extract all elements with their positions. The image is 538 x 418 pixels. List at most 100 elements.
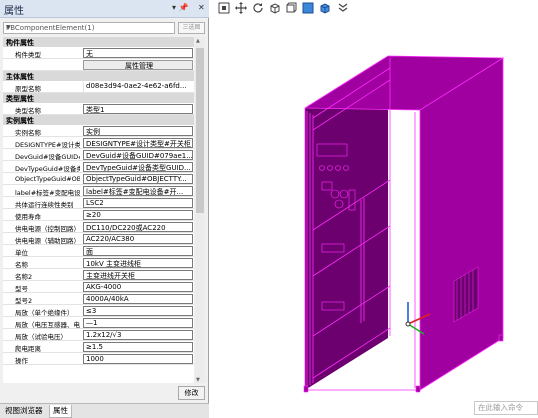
more-icon[interactable]	[337, 2, 349, 14]
property-value[interactable]: DESIGNTYPE#设计类型#开关柜	[83, 138, 193, 148]
command-input-placeholder: 在此输入命令	[478, 403, 523, 412]
property-row: 局放（单个绝缘件） ≤3	[3, 305, 194, 317]
property-name: 型号	[15, 285, 28, 293]
box-icon[interactable]	[269, 2, 281, 14]
property-name: DevGuid#设备GUID#079...	[15, 153, 80, 161]
property-row: 名称 10kV 主变进线柜	[3, 257, 194, 269]
solid-view-icon[interactable]	[319, 2, 331, 14]
property-row: ObjectTypeGuid#OBJECTTYPEObjectTypeGuid#…	[3, 173, 194, 185]
property-value[interactable]: DevTypeGuid#设备类型GUID...	[83, 162, 193, 172]
property-value[interactable]: ≤3	[83, 306, 193, 316]
property-value[interactable]: ObjectTypeGuid#OBJECTTY...	[83, 174, 193, 184]
property-grid: 构件属性 − 构件类型无属性管理 主体属性 − 原型名称 d08e3d94-0ae2-4e6…	[3, 37, 194, 383]
property-row: 型号 AKG-4000	[3, 281, 194, 293]
property-row: 使用寿命 ≥20	[3, 209, 194, 221]
property-name: 名称2	[15, 273, 33, 281]
property-value[interactable]: ≥20	[83, 210, 193, 220]
property-value[interactable]: DC110/DC220或AC220	[83, 222, 193, 232]
property-name: 构件类型	[15, 51, 41, 59]
scroll-up-icon[interactable]: ▲	[196, 38, 200, 44]
property-value: d08e3d94-0ae2-4e62-a6fd...	[83, 82, 193, 92]
switchgear-cabinet[interactable]	[303, 55, 505, 393]
property-value[interactable]: 面	[83, 246, 193, 256]
panel-title: 属性	[4, 6, 24, 17]
rotate-icon[interactable]	[252, 2, 264, 14]
collapse-icon[interactable]: −	[6, 114, 190, 122]
property-row: 局放（试验电压） 1.2x12/√3	[3, 329, 194, 341]
property-name: 局放（单个绝缘件）	[15, 309, 74, 317]
tab-view-browser[interactable]: 视图浏览器	[2, 405, 46, 417]
property-name: 供电电源（控制回路）	[15, 225, 80, 233]
property-row: 供电电源（辅助回路） AC220/AC380	[3, 233, 194, 245]
scrollbar-thumb[interactable]	[196, 48, 204, 213]
property-row: 操作 1000	[3, 353, 194, 365]
category-header[interactable]: 构件属性 −	[3, 37, 194, 47]
property-name: 供电电源（辅助回路）	[15, 237, 80, 245]
category-header[interactable]: 类型属性 −	[3, 92, 194, 103]
close-icon[interactable]: ✕	[198, 3, 205, 12]
property-manage-button[interactable]: 属性管理	[83, 60, 193, 70]
property-name: label#标签#变配电设备	[15, 189, 80, 197]
property-row: 局放（电压互感器、电流互感器）—1	[3, 317, 194, 329]
property-value[interactable]: 10kV 主变进线柜	[83, 258, 193, 268]
pan-icon[interactable]	[235, 2, 247, 14]
fit-view-icon[interactable]	[218, 2, 230, 14]
property-row: DevGuid#设备GUID#079...DevGuid#设备GUID#079a…	[3, 149, 194, 161]
property-value[interactable]: 类型1	[83, 104, 193, 114]
chevron-down-icon: ▼	[6, 24, 11, 31]
property-value[interactable]: LSC2	[83, 198, 193, 208]
property-name: DevTypeGuid#设备类型GUID	[15, 165, 80, 173]
property-name: 共体运行连续性类别	[15, 201, 74, 209]
front-view-icon[interactable]	[285, 2, 297, 14]
property-row: label#标签#变配电设备 label#标签#变配电设备#开...	[3, 185, 194, 197]
property-name: 局放（试验电压）	[15, 333, 67, 341]
property-value[interactable]: 主变进线开关柜	[83, 270, 193, 280]
property-row: 实例名称 实例	[3, 125, 194, 137]
property-row: DESIGNTYPE#设计类型#开关柜DESIGNTYPE#设计类型#开关柜	[3, 137, 194, 149]
property-value[interactable]: AC220/AC380	[83, 234, 193, 244]
category-header[interactable]: 主体属性 −	[3, 70, 194, 81]
collapse-icon[interactable]: −	[6, 92, 190, 100]
model-viewport[interactable]	[210, 18, 538, 400]
property-row: 名称2 主变进线开关柜	[3, 269, 194, 281]
property-value[interactable]: 1.2x12/√3	[83, 330, 193, 340]
panel-tabs: 视图浏览器 属性	[0, 403, 209, 418]
property-value[interactable]: 4000A/40kA	[83, 294, 193, 304]
select-button[interactable]: 三选图	[178, 22, 205, 34]
property-name: 实例名称	[15, 129, 41, 137]
property-row: 型号2 4000A/40kA	[3, 293, 194, 305]
modify-button[interactable]: 修改	[178, 386, 205, 400]
property-name: 型号2	[15, 297, 33, 305]
property-row: 共体运行连续性类别 LSC2	[3, 197, 194, 209]
property-name: 操作	[15, 357, 28, 365]
property-value[interactable]: —1	[83, 318, 193, 328]
tab-properties[interactable]: 属性	[49, 405, 72, 418]
cabinet-front-face	[420, 58, 503, 390]
property-name: ObjectTypeGuid#OBJECTTYPE	[15, 175, 80, 183]
property-name: 使用寿命	[15, 213, 41, 221]
property-row: 单位 面	[3, 245, 194, 257]
pin-icon[interactable]: ▾ 📌	[172, 3, 189, 12]
property-value[interactable]: ≥1.5	[83, 342, 193, 352]
property-value[interactable]: 实例	[83, 126, 193, 136]
property-value[interactable]: DevGuid#设备GUID#079ae1...	[83, 150, 193, 160]
property-name: 名称	[15, 261, 28, 269]
property-name: DESIGNTYPE#设计类型#开关柜	[15, 141, 80, 149]
property-row: 供电电源（控制回路） DC110/DC220或AC220	[3, 221, 194, 233]
element-selector[interactable]: PBComponentElement(1) ▼	[3, 22, 175, 34]
command-input[interactable]: 在此输入命令	[474, 401, 538, 415]
property-row: DevTypeGuid#设备类型GUIDDevTypeGuid#设备类型GUID…	[3, 161, 194, 173]
property-name: 局放（电压互感器、电流互感器）	[15, 321, 80, 329]
properties-panel-header: 属性 ▾ 📌 ✕	[0, 0, 209, 18]
property-row: 爬电距离 ≥1.5	[3, 341, 194, 353]
property-value[interactable]: label#标签#变配电设备#开...	[83, 186, 193, 196]
property-row: 构件类型 无	[3, 47, 194, 59]
category-header[interactable]: 实例属性 −	[3, 114, 194, 125]
collapse-icon[interactable]: −	[6, 70, 190, 78]
collapse-icon[interactable]: −	[6, 37, 190, 44]
scroll-down-icon[interactable]: ▼	[196, 377, 200, 383]
property-value[interactable]: 无	[83, 48, 193, 58]
property-value[interactable]: AKG-4000	[83, 282, 193, 292]
iso-view-icon[interactable]	[302, 2, 314, 14]
property-value[interactable]: 1000	[83, 354, 193, 364]
